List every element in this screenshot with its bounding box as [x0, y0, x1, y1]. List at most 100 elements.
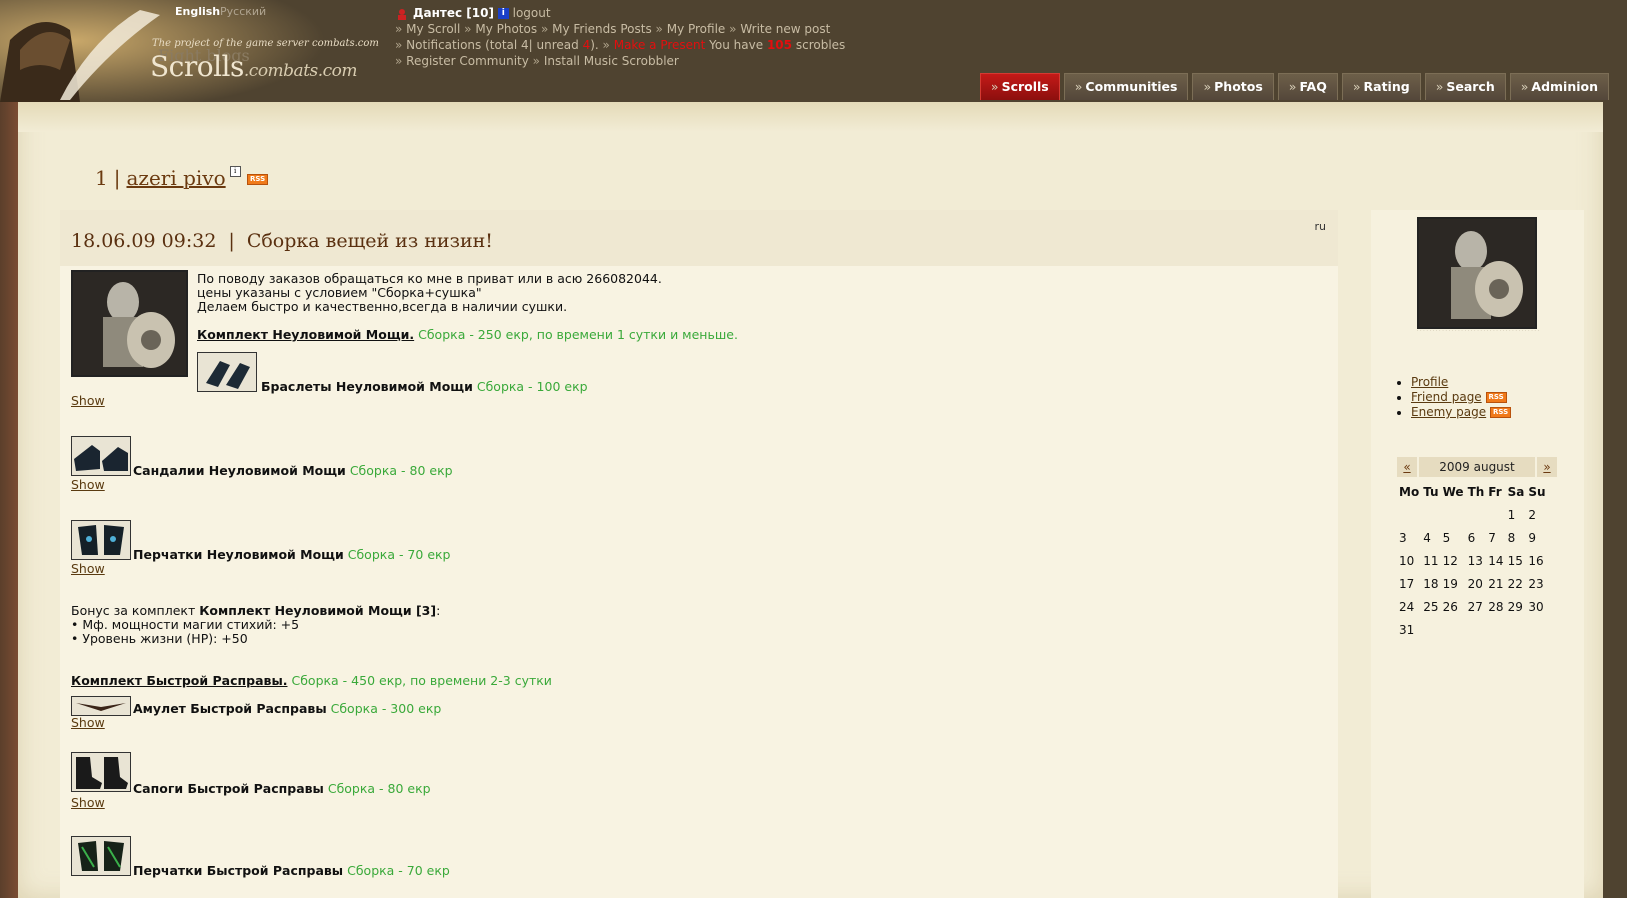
boots-item-icon: [71, 752, 131, 792]
calendar-day: 13: [1467, 553, 1483, 568]
tab-faq[interactable]: » FAQ: [1277, 73, 1338, 100]
calendar-day: 6: [1467, 530, 1476, 545]
show-gloves-link[interactable]: Show: [71, 562, 105, 576]
calendar-day: 28: [1488, 599, 1504, 614]
scrobles-label: scrobles: [795, 38, 846, 52]
blog-name-link[interactable]: azeri pivo: [126, 166, 225, 190]
tab-scrolls[interactable]: » Scrolls: [979, 73, 1060, 100]
calendar-day: [1526, 618, 1547, 641]
item-amulet: Амулет Быстрой Расправы Сборка - 300 екр: [133, 702, 441, 716]
lang-english-link[interactable]: English: [175, 5, 220, 18]
show-bracelets-link[interactable]: Show: [71, 394, 105, 408]
item-sandals-name: Сандалии Неуловимой Мощи: [133, 463, 346, 478]
tab-adminion-label: Adminion: [1531, 79, 1598, 94]
bonus-line-1: • Мф. мощности магии стихий: +5: [71, 617, 300, 632]
item-bracelets-name: Браслеты Неуловимой Мощи: [261, 379, 473, 394]
calendar-day: 26: [1442, 599, 1458, 614]
calendar-week-row: 31: [1397, 618, 1548, 641]
site-logo-title[interactable]: Scrolls.combats.com: [150, 50, 358, 83]
my-profile-link[interactable]: My Profile: [667, 22, 726, 36]
calendar-header: « 2009 august »: [1397, 457, 1557, 477]
tab-search-label: Search: [1446, 79, 1495, 94]
calendar-month-label: 2009 august: [1419, 457, 1535, 477]
tab-photos[interactable]: » Photos: [1192, 73, 1274, 100]
user-name[interactable]: Дантес [10]: [413, 6, 494, 20]
calendar-day: 1: [1507, 507, 1516, 522]
user-info-icon[interactable]: i: [497, 8, 509, 19]
post-intro-line-1: По поводу заказов обращаться ко мне в пр…: [197, 271, 662, 286]
calendar-day: 15: [1507, 553, 1523, 568]
calendar-day: 3: [1399, 530, 1407, 545]
install-music-scrobbler-link[interactable]: Install Music Scrobbler: [544, 54, 679, 68]
blog-rss-icon[interactable]: RSS: [247, 174, 269, 185]
calendar-next-button[interactable]: »: [1537, 457, 1557, 477]
calendar-day: 18: [1423, 576, 1439, 591]
calendar-day: [1421, 618, 1440, 641]
calendar-week-row: 17 18 19 20 21 22 23: [1397, 572, 1548, 595]
weekday-header: Su: [1528, 485, 1546, 499]
show-boots-link[interactable]: Show: [71, 796, 105, 810]
lang-russian-link[interactable]: Русский: [220, 5, 266, 18]
friend-page-rss-icon[interactable]: RSS: [1485, 392, 1507, 403]
write-new-post-link[interactable]: Write new post: [740, 22, 830, 36]
post: 18.06.09 09:32 | Сборка вещей из низин! ru…: [60, 210, 1338, 898]
tab-adminion[interactable]: » Adminion: [1509, 73, 1609, 100]
show-sandals-link[interactable]: Show: [71, 478, 105, 492]
enemy-page-rss-icon[interactable]: RSS: [1489, 407, 1512, 418]
sidebar-item-enemy-page: Enemy page RSS: [1411, 405, 1512, 420]
make-present-link[interactable]: Make a Present: [614, 38, 706, 52]
bonus-set-name: Комплект Неуловимой Мощи [3]: [199, 603, 437, 618]
calendar-prev-button[interactable]: «: [1397, 457, 1417, 477]
sandals-item-icon: [71, 436, 131, 476]
set1-name: Комплект Неуловимой Мощи.: [197, 327, 415, 342]
knight-avatar-icon: [73, 272, 186, 375]
calendar-days: 1 2 3 4 5 6 7 8 9 10 11 12 13 14 15 16 17 18 19 20 21 22 23 24 2…: [1397, 503, 1548, 641]
calendar-day: [1397, 503, 1421, 526]
enemy-page-link[interactable]: Enemy page: [1411, 405, 1486, 419]
my-scroll-link[interactable]: My Scroll: [406, 22, 460, 36]
item-sandals-price: Сборка - 80 екр: [349, 463, 453, 478]
you-have-label: You have: [709, 38, 764, 52]
calendar-week-row: 3 45 6789: [1397, 526, 1548, 549]
sidebar-item-profile: Profile: [1411, 375, 1511, 390]
logout-link[interactable]: logout: [513, 6, 551, 20]
calendar-day: [1466, 503, 1487, 526]
my-photos-link[interactable]: My Photos: [475, 22, 537, 36]
tab-search[interactable]: » Search: [1424, 73, 1506, 100]
item-gloves-name: Перчатки Неуловимой Мощи: [133, 547, 344, 562]
blog-title-separator: |: [113, 166, 121, 190]
bracelets-item-icon: [197, 352, 257, 392]
tab-rating[interactable]: » Rating: [1341, 73, 1421, 100]
weekday-header: Th: [1467, 485, 1485, 499]
my-friends-posts-link[interactable]: My Friends Posts: [552, 22, 652, 36]
notifications-link[interactable]: Notifications (total 4| unread 4).: [406, 38, 599, 52]
set1-price: Сборка - 250 екр, по времени 1 сутки и м…: [418, 327, 738, 342]
weekday-header: Mo: [1399, 485, 1420, 499]
calendar-day: [1486, 503, 1505, 526]
register-community-link[interactable]: Register Community: [406, 54, 529, 68]
item-gloves2-name: Перчатки Быстрой Расправы: [133, 863, 344, 878]
tab-rating-label: Rating: [1363, 79, 1410, 94]
profile-link[interactable]: Profile: [1411, 375, 1448, 389]
friend-page-link[interactable]: Friend page: [1411, 390, 1482, 404]
post-intro-line-2: цены указаны с условием "Сборка+сушка": [197, 285, 482, 300]
calendar-day: [1506, 618, 1527, 641]
post-title: Сборка вещей из низин!: [246, 230, 493, 252]
sidebar-user-avatar[interactable]: [1417, 217, 1537, 329]
sidebar-item-friend-page: Friend page RSS: [1411, 390, 1511, 405]
post-author-avatar: [71, 270, 188, 377]
tab-communities[interactable]: » Communities: [1063, 73, 1189, 100]
weekday-header: Sa: [1507, 485, 1525, 499]
tab-communities-label: Communities: [1085, 79, 1178, 94]
sidebar-links: Profile Friend page RSS Enemy page RSS: [1399, 375, 1512, 420]
calendar-day: [1466, 618, 1487, 641]
blog-info-icon[interactable]: i: [229, 166, 241, 177]
calendar-day: 10: [1399, 553, 1415, 568]
notifications-prefix: Notifications (total 4| unread: [406, 38, 583, 52]
knight-avatar-icon: [1419, 219, 1535, 327]
calendar-day: 11: [1423, 553, 1439, 568]
calendar-week-row: 12: [1397, 503, 1548, 526]
left-decorative-strip: [0, 102, 18, 898]
user-menu: Дантес [10] i logout » My Scroll » My Ph…: [395, 5, 845, 69]
show-amulet-link[interactable]: Show: [71, 716, 105, 730]
